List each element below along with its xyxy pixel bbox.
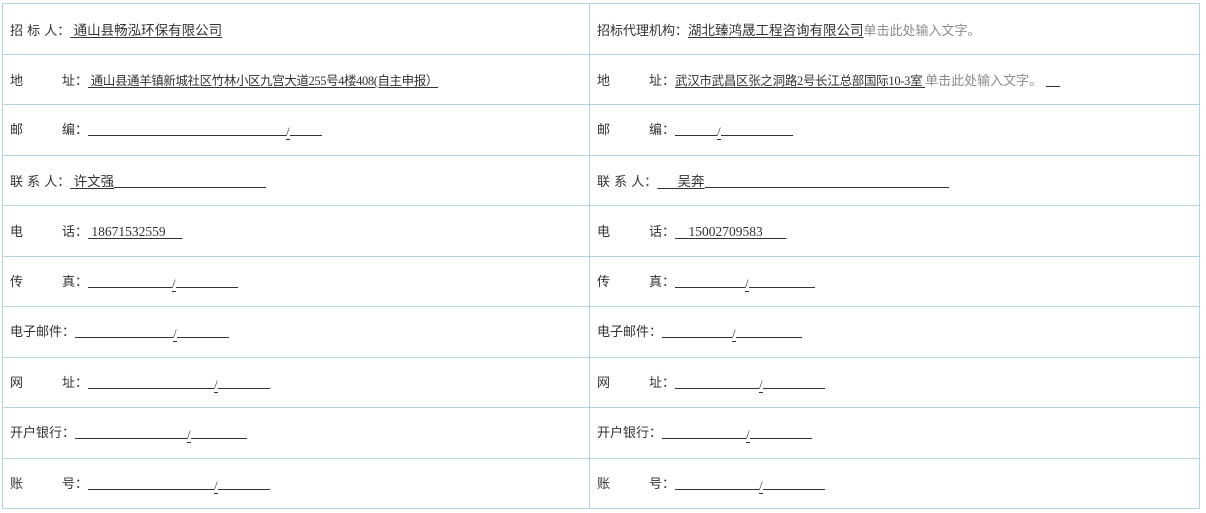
agency-hint[interactable]: 单击此处输入文字。 [864,24,981,39]
postcode-blank[interactable] [675,122,718,137]
website-label: 网 址： [597,375,676,391]
table-row: 电 话： 18671532559 电 话： 15002709583 [2,205,1200,257]
website-blank[interactable] [217,375,270,389]
email-label: 电子邮件： [10,325,76,341]
tenderer-bank-cell: 开户银行： / [2,407,590,459]
agency-website-cell: 网 址： / [589,356,1200,408]
table-row: 招 标 人： 通山县畅泓环保有限公司 招标代理机构：湖北臻鸿晟工程咨询有限公司单… [2,3,1200,55]
email-blank[interactable] [662,324,733,339]
contact-info-table: 招 标 人： 通山县畅泓环保有限公司 招标代理机构：湖北臻鸿晟工程咨询有限公司单… [2,3,1200,509]
agency-account-cell: 账 号： / [589,457,1200,509]
tenderer-address-cell: 地 址： 通山县通羊镇新城社区竹林小区九宫大道255号4楼408(自主申报） [2,53,590,105]
agency-contact-value[interactable]: 吴奔 [657,174,705,189]
table-row: 电子邮件： / 电子邮件： / [2,306,1200,358]
tenderer-postcode-cell: 邮 编： / [2,104,590,156]
tenderer-cell: 招 标 人： 通山县畅泓环保有限公司 [2,3,590,55]
table-row: 账 号： / 账 号： / [2,457,1200,509]
blank-line[interactable] [114,174,267,189]
table-row: 传 真： / 传 真： / [2,255,1200,307]
fax-blank[interactable] [175,274,238,288]
account-blank[interactable] [762,476,825,490]
tenderer-phone-cell: 电 话： 18671532559 [2,205,590,257]
agency-bank-cell: 开户银行： / [589,407,1200,459]
website-blank[interactable] [675,375,760,389]
address-label: 地 址： [10,73,89,89]
bank-label: 开户银行： [597,426,663,442]
bank-blank[interactable] [190,425,247,440]
email-blank[interactable] [75,324,174,339]
agency-cell: 招标代理机构：湖北臻鸿晟工程咨询有限公司单击此处输入文字。 [589,3,1200,55]
phone-label: 电 话： [10,225,89,241]
tenderer-phone-value[interactable]: 18671532559 [88,224,183,239]
postcode-blank[interactable] [720,122,793,137]
bank-blank[interactable] [662,425,747,440]
fax-blank[interactable] [88,274,173,288]
agency-email-cell: 电子邮件： / [589,306,1200,358]
email-blank[interactable] [176,324,229,339]
bank-blank[interactable] [75,425,188,440]
table-row: 联 系 人： 许文强 联 系 人： 吴奔 [2,154,1200,206]
contact-label: 联 系 人： [10,175,71,191]
website-blank[interactable] [762,375,825,389]
blank-line[interactable] [704,174,949,189]
table-row: 地 址： 通山县通羊镇新城社区竹林小区九宫大道255号4楼408(自主申报） 地… [2,53,1200,105]
phone-label: 电 话： [597,225,676,241]
tenderer-value[interactable]: 通山县畅泓环保有限公司 [70,23,223,38]
fax-label: 传 真： [10,274,89,290]
tenderer-fax-cell: 传 真： / [2,255,590,307]
account-blank[interactable] [88,476,215,490]
tenderer-address-value[interactable]: 通山县通羊镇新城社区竹林小区九宫大道255号4楼408(自主申报） [88,74,439,88]
agency-postcode-cell: 邮 编： / [589,104,1200,156]
website-blank[interactable] [88,375,215,389]
tenderer-website-cell: 网 址： / [2,356,590,408]
blank-line[interactable] [1046,73,1061,87]
agency-contact-cell: 联 系 人： 吴奔 [589,154,1200,206]
postcode-blank[interactable] [289,122,322,137]
fax-blank[interactable] [675,274,746,288]
account-blank[interactable] [217,476,270,490]
agency-address-cell: 地 址：武汉市武昌区张之洞路2号长江总部国际10-3室 单击此处输入文字。 [589,53,1200,105]
account-blank[interactable] [675,476,760,490]
account-label: 账 号： [10,476,89,492]
email-blank[interactable] [735,324,802,339]
table-row: 开户银行： / 开户银行： / [2,407,1200,459]
tenderer-contact-cell: 联 系 人： 许文强 [2,154,590,206]
table-row: 网 址： / 网 址： / [2,356,1200,408]
agency-address-value[interactable]: 武汉市武昌区张之洞路2号长江总部国际10-3室 [675,74,925,88]
agency-address-hint[interactable]: 单击此处输入文字。 [925,74,1042,89]
agency-phone-cell: 电 话： 15002709583 [589,205,1200,257]
agency-value[interactable]: 湖北臻鸿晟工程咨询有限公司 [688,23,864,38]
tenderer-contact-value[interactable]: 许文强 [70,174,115,189]
account-label: 账 号： [597,476,676,492]
tenderer-account-cell: 账 号： / [2,457,590,509]
bank-blank[interactable] [749,425,812,440]
table-row: 邮 编： / 邮 编： / [2,104,1200,156]
agency-fax-cell: 传 真： / [589,255,1200,307]
fax-blank[interactable] [748,274,815,288]
tenderer-email-cell: 电子邮件： / [2,306,590,358]
contact-label: 联 系 人： [597,175,658,191]
postcode-label: 邮 编： [10,123,89,139]
postcode-label: 邮 编： [597,123,676,139]
agency-phone-value[interactable]: 15002709583 [675,224,786,239]
website-label: 网 址： [10,375,89,391]
fax-label: 传 真： [597,274,676,290]
tenderer-label: 招 标 人： [10,23,71,39]
email-label: 电子邮件： [597,325,663,341]
postcode-blank[interactable] [88,122,287,137]
address-label: 地 址： [597,73,676,89]
bank-label: 开户银行： [10,426,76,442]
agency-label: 招标代理机构： [597,23,689,39]
